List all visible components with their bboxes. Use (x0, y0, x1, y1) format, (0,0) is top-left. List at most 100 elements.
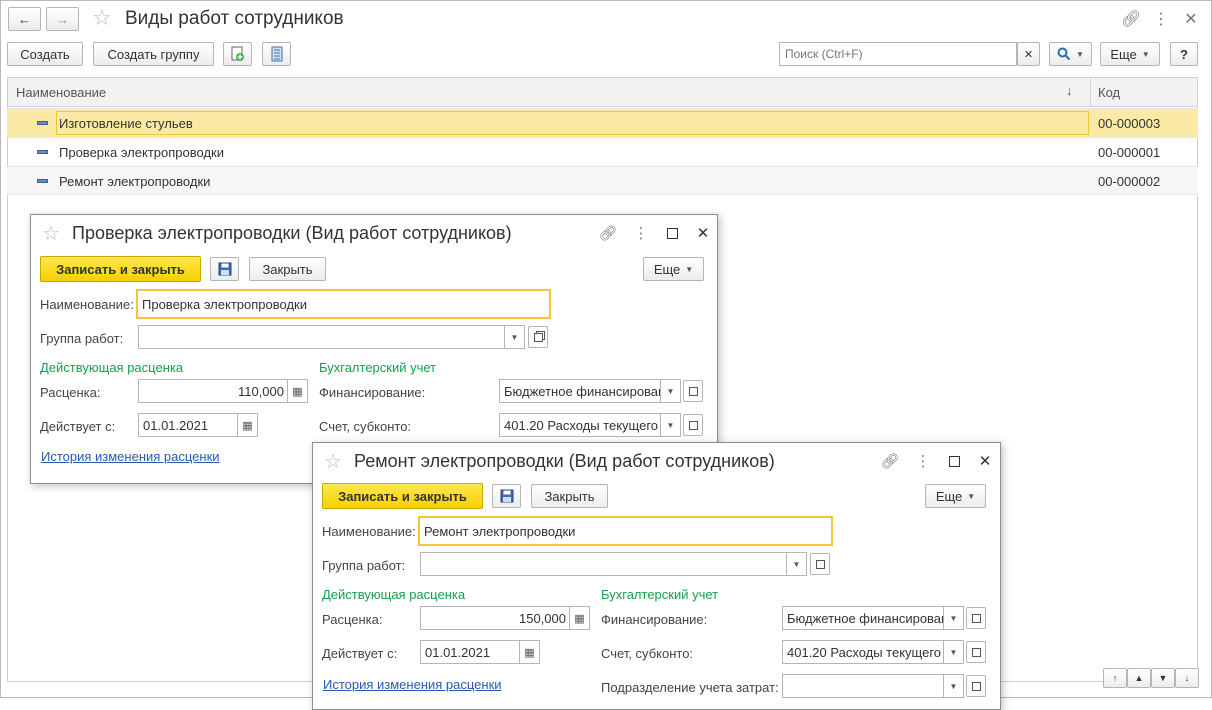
name-field[interactable]: Ремонт электропроводки (418, 516, 833, 546)
star-icon[interactable]: ☆ (39, 221, 63, 245)
save-button[interactable] (492, 484, 521, 508)
group-dropdown-button[interactable]: ▼ (787, 552, 807, 576)
open-icon (815, 559, 825, 569)
financing-field[interactable]: Бюджетное финансирован (782, 606, 944, 630)
financing-label: Финансирование: (319, 385, 426, 400)
close-icon[interactable]: ✕ (693, 223, 713, 243)
row-code: 00-000001 (1098, 145, 1161, 160)
save-and-close-button[interactable]: Записать и закрыть (322, 483, 483, 509)
financing-dropdown-button[interactable]: ▼ (661, 379, 681, 403)
search-icon (1057, 47, 1071, 61)
cost-department-field[interactable] (782, 674, 944, 698)
scroll-down-button[interactable]: ▼ (1151, 668, 1175, 688)
cost-department-open-button[interactable] (966, 675, 986, 697)
copy-button[interactable] (223, 42, 252, 66)
forward-button[interactable]: → (46, 7, 79, 31)
account-field[interactable]: 401.20 Расходы текущего (782, 640, 944, 664)
open-icon (971, 647, 981, 657)
chevron-down-icon: ▼ (685, 264, 694, 274)
group-label: Группа работ: (40, 331, 124, 346)
more-button[interactable]: Еще ▼ (925, 484, 986, 508)
list-settings-button[interactable] (262, 42, 291, 66)
table-row[interactable]: Изготовление стульев 00-000003 (7, 108, 1198, 137)
row-name: Изготовление стульев (59, 116, 193, 131)
calculator-button[interactable]: ▦ (288, 379, 308, 403)
rate-history-link[interactable]: История изменения расценки (41, 449, 220, 464)
close-button[interactable]: Закрыть (531, 484, 608, 508)
table-row[interactable]: Проверка электропроводки 00-000001 (7, 137, 1198, 166)
maximize-icon[interactable] (945, 452, 963, 470)
save-icon (500, 489, 513, 503)
name-field[interactable]: Проверка электропроводки (136, 289, 551, 319)
group-field[interactable] (138, 325, 505, 349)
account-label: Счет, субконто: (601, 646, 694, 661)
rate-field[interactable]: 110,000 (138, 379, 288, 403)
save-and-close-button[interactable]: Записать и закрыть (40, 256, 201, 282)
save-button[interactable] (210, 257, 239, 281)
dialog-title: Проверка электропроводки (Вид работ сотр… (72, 223, 512, 243)
more-button[interactable]: Еще ▼ (643, 257, 704, 281)
name-label: Наименование: (322, 524, 416, 539)
clear-search-button[interactable]: ✕ (1017, 42, 1040, 66)
column-header-name[interactable]: Наименование (16, 85, 106, 100)
cost-department-dropdown-button[interactable]: ▼ (944, 674, 964, 698)
group-open-button[interactable] (810, 553, 830, 575)
more-vert-icon[interactable]: ⋮ (1153, 9, 1169, 29)
link-icon[interactable]: 🔗︎ (1121, 9, 1141, 29)
account-dropdown-button[interactable]: ▼ (944, 640, 964, 664)
table-row[interactable]: Ремонт электропроводки 00-000002 (7, 166, 1198, 195)
rate-field[interactable]: 150,000 (420, 606, 570, 630)
date-field[interactable]: 01.01.2021 (138, 413, 238, 437)
list-icon (271, 46, 282, 62)
more-vert-icon[interactable]: ⋮ (915, 451, 931, 471)
accounting-section-title: Бухгалтерский учет (601, 587, 719, 602)
financing-dropdown-button[interactable]: ▼ (944, 606, 964, 630)
rate-history-link[interactable]: История изменения расценки (323, 677, 502, 692)
account-dropdown-button[interactable]: ▼ (661, 413, 681, 437)
star-icon[interactable]: ☆ (321, 449, 345, 473)
scroll-up-button[interactable]: ▲ (1127, 668, 1151, 688)
financing-open-button[interactable] (683, 380, 703, 402)
create-button[interactable]: Создать (7, 42, 83, 66)
calculator-icon: ▦ (574, 612, 585, 625)
date-picker-button[interactable]: ▦ (238, 413, 258, 437)
more-vert-icon[interactable]: ⋮ (633, 223, 649, 243)
search-input[interactable] (779, 42, 1017, 66)
star-icon[interactable]: ☆ (89, 5, 115, 31)
group-label: Группа работ: (322, 558, 406, 573)
scroll-bottom-button[interactable]: ↓ (1175, 668, 1199, 688)
link-icon[interactable]: 🔗︎ (880, 451, 900, 471)
calendar-icon: ▦ (242, 419, 253, 432)
more-button[interactable]: Еще ▼ (1100, 42, 1160, 66)
date-label: Действует с: (40, 419, 116, 434)
account-field[interactable]: 401.20 Расходы текущего (499, 413, 661, 437)
row-name: Проверка электропроводки (59, 145, 224, 160)
account-open-button[interactable] (683, 414, 703, 436)
close-button[interactable]: Закрыть (249, 257, 326, 281)
accounting-section-title: Бухгалтерский учет (319, 360, 437, 375)
date-field[interactable]: 01.01.2021 (420, 640, 520, 664)
column-header-code[interactable]: Код (1098, 85, 1120, 100)
date-picker-button[interactable]: ▦ (520, 640, 540, 664)
open-icon (971, 613, 981, 623)
close-icon[interactable]: ✕ (975, 451, 995, 471)
search-button[interactable]: ▼ (1049, 42, 1092, 66)
account-open-button[interactable] (966, 641, 986, 663)
name-label: Наименование: (40, 297, 134, 312)
group-field[interactable] (420, 552, 787, 576)
group-dropdown-button[interactable]: ▼ (505, 325, 525, 349)
calculator-button[interactable]: ▦ (570, 606, 590, 630)
more-label: Еще (1110, 46, 1137, 62)
link-icon[interactable]: 🔗︎ (598, 223, 618, 243)
maximize-icon[interactable] (663, 224, 681, 242)
calendar-icon: ▦ (524, 646, 535, 659)
close-icon[interactable]: ✕ (1181, 9, 1201, 29)
help-button[interactable]: ? (1170, 42, 1198, 66)
scroll-top-button[interactable]: ↑ (1103, 668, 1127, 688)
row-code: 00-000003 (1098, 116, 1161, 131)
back-button[interactable]: ← (8, 7, 41, 31)
financing-field[interactable]: Бюджетное финансирован (499, 379, 661, 403)
financing-open-button[interactable] (966, 607, 986, 629)
group-open-button[interactable] (528, 326, 548, 348)
create-group-button[interactable]: Создать группу (93, 42, 214, 66)
